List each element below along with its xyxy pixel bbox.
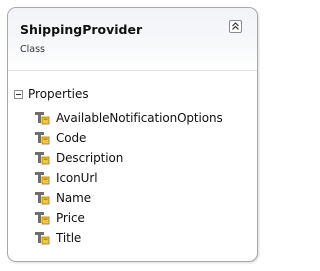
property-label: AvailableNotificationOptions <box>56 111 223 125</box>
property-label: Title <box>56 231 82 245</box>
property-row[interactable]: IconUrl <box>34 168 223 188</box>
header-divider <box>8 70 257 71</box>
property-row[interactable]: Title <box>34 228 223 248</box>
property-icon <box>35 192 50 205</box>
property-row[interactable]: Description <box>34 148 223 168</box>
properties-section-header[interactable]: Properties <box>14 86 89 102</box>
property-icon <box>35 112 50 125</box>
property-row[interactable]: Price <box>34 208 223 228</box>
class-name: ShippingProvider <box>20 22 143 37</box>
class-shape[interactable]: ShippingProvider Class Properties Availa… <box>7 7 258 262</box>
property-label: IconUrl <box>56 171 98 185</box>
property-list: AvailableNotificationOptions Code Descri… <box>34 108 223 248</box>
property-icon <box>35 232 50 245</box>
double-chevron-up-icon <box>232 22 239 30</box>
property-icon <box>35 212 50 225</box>
class-stereotype: Class <box>20 44 45 55</box>
section-label: Properties <box>28 87 89 101</box>
property-icon <box>35 172 50 185</box>
property-label: Description <box>56 151 124 165</box>
collapse-section-icon[interactable] <box>14 89 23 99</box>
property-icon <box>35 132 50 145</box>
property-label: Name <box>56 191 92 205</box>
property-row[interactable]: Name <box>34 188 223 208</box>
property-label: Code <box>56 131 87 145</box>
property-icon <box>35 152 50 165</box>
property-label: Price <box>56 211 85 225</box>
property-row[interactable]: Code <box>34 128 223 148</box>
property-row[interactable]: AvailableNotificationOptions <box>34 108 223 128</box>
collapse-button[interactable] <box>229 20 242 33</box>
class-header <box>8 8 257 69</box>
